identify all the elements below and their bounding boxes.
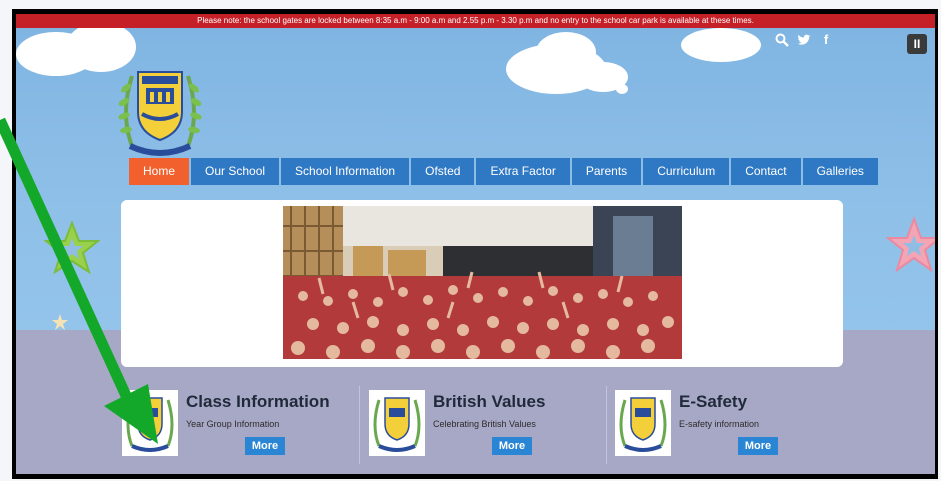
feature-title: Class Information (186, 392, 330, 411)
browser-viewport: Please note: the school gates are locked… (16, 14, 935, 474)
feature-divider (359, 386, 360, 464)
feature-title: British Values (433, 392, 546, 411)
cloud-decoration (681, 28, 761, 62)
small-star-decoration (52, 314, 68, 330)
feature-title: E-Safety (679, 392, 748, 411)
nav-galleries[interactable]: Galleries (802, 158, 878, 185)
photo-slideshow (121, 200, 843, 367)
nav-curriculum[interactable]: Curriculum (643, 158, 730, 185)
green-star-decoration (44, 220, 100, 275)
facebook-icon[interactable]: f (818, 31, 834, 49)
social-links: f (774, 31, 834, 51)
nav-ofsted[interactable]: Ofsted (411, 158, 475, 185)
feature-logo (615, 390, 671, 456)
slideshow-pause-button[interactable]: II (907, 34, 927, 54)
feature-class-information: Class Information Year Group Information… (122, 386, 362, 466)
feature-subtitle: Celebrating British Values (433, 419, 536, 429)
more-button[interactable]: More (492, 437, 532, 455)
nav-school-information[interactable]: School Information (281, 158, 410, 185)
feature-british-values: British Values Celebrating British Value… (369, 386, 609, 466)
nav-our-school[interactable]: Our School (191, 158, 280, 185)
feature-logo (369, 390, 425, 456)
feature-divider (606, 386, 607, 464)
notice-banner: Please note: the school gates are locked… (16, 14, 935, 28)
school-hall-photo (283, 206, 682, 359)
more-button[interactable]: More (738, 437, 778, 455)
search-icon[interactable] (774, 31, 790, 49)
feature-logo (122, 390, 178, 456)
feature-e-safety: E-Safety E-safety information More (615, 386, 855, 466)
feature-subtitle: E-safety information (679, 419, 760, 429)
nav-contact[interactable]: Contact (731, 158, 801, 185)
twitter-icon[interactable] (796, 31, 812, 49)
cloud-decoration (616, 84, 628, 94)
nav-home[interactable]: Home (129, 158, 190, 185)
nav-extra-factor[interactable]: Extra Factor (476, 158, 570, 185)
school-logo[interactable] (112, 54, 208, 164)
nav-parents[interactable]: Parents (571, 158, 642, 185)
main-navigation: Home Our School School Information Ofste… (129, 158, 878, 185)
more-button[interactable]: More (245, 437, 285, 455)
feature-subtitle: Year Group Information (186, 419, 280, 429)
pink-star-decoration (886, 216, 935, 273)
